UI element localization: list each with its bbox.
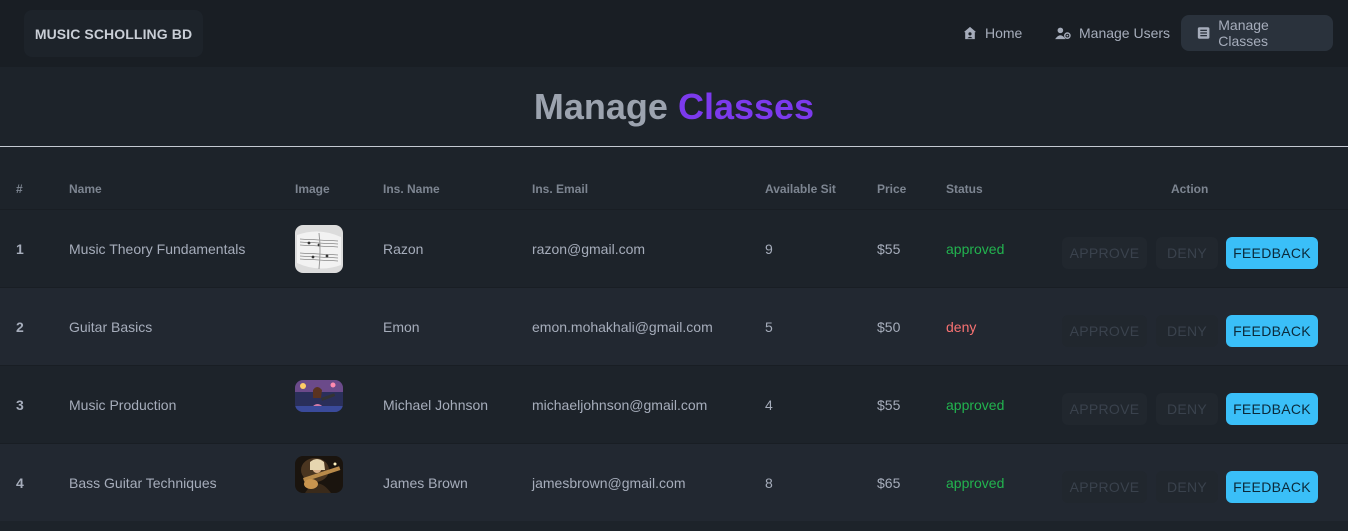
feedback-button[interactable]: Feedback bbox=[1226, 315, 1318, 347]
approve-button[interactable]: Approve bbox=[1062, 237, 1147, 269]
available-seats: 8 bbox=[765, 475, 773, 491]
column-header-index: # bbox=[16, 182, 23, 196]
navbar: MUSIC SCHOLLING BD Home Manage Users Man… bbox=[0, 0, 1348, 67]
deny-button[interactable]: Deny bbox=[1156, 237, 1218, 269]
table-row: 3 Music Production Michael Johnson micha… bbox=[0, 365, 1348, 443]
nav-manage-users[interactable]: Manage Users bbox=[1039, 15, 1186, 51]
nav-home[interactable]: Home bbox=[947, 15, 1038, 51]
rectangle-list-icon bbox=[1197, 27, 1210, 39]
deny-button[interactable]: Deny bbox=[1156, 471, 1218, 503]
instructor-email: emon.mohakhali@gmail.com bbox=[532, 319, 713, 335]
column-header-ins-name: Ins. Name bbox=[383, 182, 440, 196]
class-name: Music Production bbox=[69, 397, 177, 413]
available-seats: 4 bbox=[765, 397, 773, 413]
page-title-part2: Classes bbox=[677, 86, 815, 127]
deny-button[interactable]: Deny bbox=[1156, 393, 1218, 425]
instructor-email: jamesbrown@gmail.com bbox=[532, 475, 686, 491]
column-header-status: Status bbox=[946, 182, 983, 196]
nav-home-label: Home bbox=[985, 25, 1023, 41]
nav-manage-classes[interactable]: Manage Classes bbox=[1181, 15, 1333, 51]
approve-button[interactable]: Approve bbox=[1062, 315, 1147, 347]
column-header-action: Action bbox=[1171, 182, 1209, 196]
price: $55 bbox=[877, 241, 901, 257]
column-header-price: Price bbox=[877, 182, 907, 196]
row-index: 2 bbox=[16, 319, 24, 335]
table-row: 4 Bass Guitar Techniques James Brown jam… bbox=[0, 443, 1348, 521]
column-header-available-sit: Available Sit bbox=[765, 182, 836, 196]
class-name: Bass Guitar Techniques bbox=[69, 475, 217, 491]
price: $55 bbox=[877, 397, 901, 413]
class-name: Music Theory Fundamentals bbox=[69, 241, 246, 257]
price: $50 bbox=[877, 319, 901, 335]
status-badge: deny bbox=[946, 319, 977, 335]
users-gear-icon bbox=[1055, 27, 1071, 40]
instructor-name: Michael Johnson bbox=[383, 397, 489, 413]
row-index: 3 bbox=[16, 397, 24, 413]
status-badge: approved bbox=[946, 241, 1005, 257]
instructor-name: Razon bbox=[383, 241, 424, 257]
approve-button[interactable]: Approve bbox=[1062, 393, 1147, 425]
class-name: Guitar Basics bbox=[69, 319, 153, 335]
price: $65 bbox=[877, 475, 901, 491]
brand-logo-button[interactable]: MUSIC SCHOLLING BD bbox=[24, 10, 203, 57]
available-seats: 5 bbox=[765, 319, 773, 335]
heading-divider bbox=[0, 146, 1348, 147]
feedback-button[interactable]: Feedback bbox=[1226, 393, 1318, 425]
approve-button[interactable]: Approve bbox=[1062, 471, 1147, 503]
class-image-performer bbox=[295, 380, 343, 412]
column-header-ins-email: Ins. Email bbox=[532, 182, 589, 196]
class-image-broken bbox=[295, 298, 343, 302]
row-index: 4 bbox=[16, 475, 24, 491]
page-title-part1: Manage bbox=[533, 86, 668, 127]
home-user-icon bbox=[963, 26, 977, 40]
nav-manage-users-label: Manage Users bbox=[1079, 25, 1171, 41]
column-header-image: Image bbox=[295, 182, 330, 196]
row-index: 1 bbox=[16, 241, 24, 257]
feedback-button[interactable]: Feedback bbox=[1226, 471, 1318, 503]
instructor-email: razon@gmail.com bbox=[532, 241, 646, 257]
page-heading-wrap: Manage Classes bbox=[0, 67, 1348, 147]
instructor-name: Emon bbox=[383, 319, 420, 335]
deny-button[interactable]: Deny bbox=[1156, 315, 1218, 347]
instructor-name: James Brown bbox=[383, 475, 468, 491]
class-image-sheet-music bbox=[295, 225, 343, 273]
status-badge: approved bbox=[946, 397, 1005, 413]
available-seats: 9 bbox=[765, 241, 773, 257]
column-header-name: Name bbox=[69, 182, 102, 196]
class-image-bass-player bbox=[295, 456, 343, 493]
table-row: 1 Music Theory Fundamentals Razon razon@… bbox=[0, 209, 1348, 287]
table-row: 2 Guitar Basics Emon emon.mohakhali@gmai… bbox=[0, 287, 1348, 365]
page-title: Manage Classes bbox=[534, 86, 814, 128]
nav-manage-classes-label: Manage Classes bbox=[1218, 17, 1269, 49]
feedback-button[interactable]: Feedback bbox=[1226, 237, 1318, 269]
status-badge: approved bbox=[946, 475, 1005, 491]
instructor-email: michaeljohnson@gmail.com bbox=[532, 397, 708, 413]
